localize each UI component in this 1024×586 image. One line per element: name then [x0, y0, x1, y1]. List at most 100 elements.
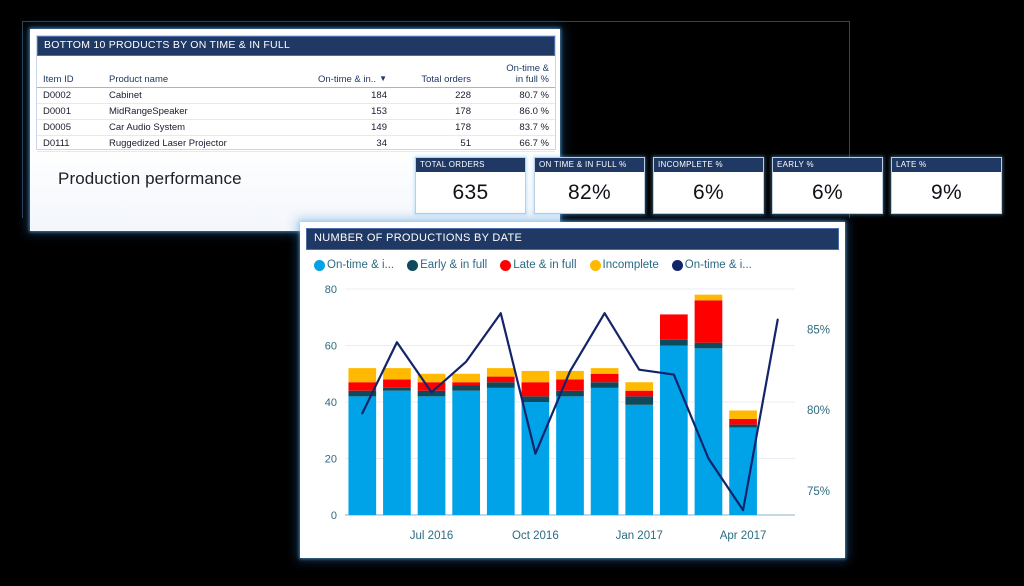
- y-axis-tick-label: 60: [325, 341, 337, 353]
- x-axis-tick-label: Jul 2016: [410, 530, 453, 542]
- bar-segment[interactable]: [625, 382, 654, 391]
- column-header-total-orders[interactable]: Total orders: [393, 63, 477, 88]
- bar-segment[interactable]: [556, 396, 584, 515]
- bar-segment[interactable]: [660, 314, 688, 340]
- bar-segment[interactable]: [452, 390, 480, 515]
- bar-segment[interactable]: [486, 387, 515, 515]
- legend-item-on-time-in-full-line[interactable]: On-time & i...: [671, 259, 752, 271]
- y-axis-tick-label: 80: [325, 284, 337, 296]
- bar-segment[interactable]: [452, 382, 480, 386]
- bar-segment[interactable]: [729, 418, 757, 425]
- bar-segment[interactable]: [348, 382, 377, 391]
- bar-segment[interactable]: [521, 402, 550, 515]
- bar-segment[interactable]: [694, 342, 723, 349]
- bar-segment[interactable]: [660, 339, 688, 346]
- chart-plot-area[interactable]: 0 20 40 60 80 75% 80% 85% Jul 2016 Oct 2016 Jan 20…: [300, 277, 845, 549]
- cell-total-orders: 51: [393, 135, 477, 152]
- column-header-pct-line1: On-time &: [506, 63, 549, 74]
- bar-segment[interactable]: [383, 368, 411, 380]
- x-axis-tick-label: Apr 2017: [720, 530, 767, 542]
- legend-swatch-icon: [589, 259, 601, 271]
- bar-segment[interactable]: [660, 345, 688, 516]
- x-axis-tick-label: Jan 2017: [616, 530, 663, 542]
- column-header-on-time-in-full-label: On-time & in..: [318, 74, 377, 85]
- bar-segment[interactable]: [521, 370, 550, 383]
- bar-segment[interactable]: [417, 396, 446, 515]
- legend-label: Early & in full: [420, 259, 488, 271]
- bar-segment[interactable]: [486, 376, 515, 383]
- kpi-label: INCOMPLETE %: [654, 158, 763, 172]
- column-header-on-time-in-full-pct[interactable]: On-time & in full %: [477, 63, 555, 88]
- y-axis-tick-label: 40: [325, 397, 337, 409]
- bar-segment[interactable]: [383, 379, 411, 388]
- legend-label: On-time & i...: [684, 259, 752, 271]
- chart-legend: On-time & i... Early & in full Late & in…: [300, 250, 845, 271]
- column-header-on-time-in-full[interactable]: On-time & in.. ▼: [277, 63, 393, 88]
- bar-segment[interactable]: [694, 300, 723, 343]
- bar-segment[interactable]: [694, 294, 723, 301]
- legend-item-incomplete[interactable]: Incomplete: [589, 259, 659, 271]
- cell-total-orders: 228: [393, 87, 477, 104]
- kpi-value: 635: [452, 180, 489, 204]
- cell-item-id: D0002: [37, 87, 103, 104]
- kpi-card-total-orders[interactable]: TOTAL ORDERS 635: [415, 157, 526, 214]
- productions-by-date-panel: NUMBER OF PRODUCTIONS BY DATE On-time & …: [300, 222, 845, 558]
- kpi-value: 6%: [693, 180, 724, 204]
- bar-segment[interactable]: [383, 387, 411, 391]
- bar-segment[interactable]: [590, 382, 619, 388]
- bar-segment[interactable]: [521, 396, 550, 402]
- legend-swatch-icon: [500, 259, 512, 271]
- legend-item-early-in-full[interactable]: Early & in full: [407, 259, 487, 271]
- table-row[interactable]: D0002 Cabinet 184 228 80.7 %: [37, 87, 555, 104]
- legend-label: On-time & i...: [327, 259, 395, 271]
- kpi-label: ON TIME & IN FULL %: [535, 158, 644, 172]
- legend-swatch-icon: [407, 259, 419, 271]
- table-row[interactable]: D0005 Car Audio System 149 178 83.7 %: [37, 119, 555, 136]
- bar-segment[interactable]: [590, 373, 619, 383]
- bar-segment[interactable]: [556, 379, 584, 391]
- legend-label: Incomplete: [602, 259, 659, 271]
- bar-segment[interactable]: [729, 410, 757, 419]
- cell-item-id: D0005: [37, 119, 103, 136]
- bar-segment[interactable]: [452, 385, 480, 391]
- table-row[interactable]: D0111 Ruggedized Laser Projector 34 51 6…: [37, 135, 555, 152]
- bar-segment[interactable]: [521, 382, 550, 397]
- bar-segment[interactable]: [590, 368, 619, 374]
- kpi-label: TOTAL ORDERS: [416, 158, 525, 172]
- legend-label: Late & in full: [513, 259, 577, 271]
- kpi-label: LATE %: [892, 158, 1001, 172]
- y-axis-tick-label: 0: [331, 510, 337, 522]
- cell-on-time-in-full-pct: 86.0 %: [477, 103, 555, 120]
- bar-segment[interactable]: [625, 390, 654, 397]
- bar-segment[interactable]: [625, 404, 654, 515]
- column-header-product-name[interactable]: Product name: [103, 63, 277, 88]
- legend-item-late-in-full[interactable]: Late & in full: [500, 259, 577, 271]
- bar-segment[interactable]: [590, 387, 619, 515]
- kpi-card-on-time-in-full-pct[interactable]: ON TIME & IN FULL % 82%: [534, 157, 645, 214]
- kpi-value: 9%: [931, 180, 962, 204]
- kpi-card-incomplete-pct[interactable]: INCOMPLETE % 6%: [653, 157, 764, 214]
- bar-segment[interactable]: [486, 368, 515, 377]
- bar-segment[interactable]: [729, 424, 757, 428]
- bar-segment[interactable]: [486, 382, 515, 388]
- legend-item-on-time-in-full-bar[interactable]: On-time & i...: [314, 259, 394, 271]
- legend-swatch-icon: [671, 259, 683, 271]
- column-header-item-id[interactable]: Item ID: [37, 63, 103, 88]
- kpi-card-late-pct[interactable]: LATE % 9%: [891, 157, 1002, 214]
- secondary-y-axis-tick-label: 80%: [807, 405, 830, 417]
- y-axis-tick-label: 20: [325, 454, 337, 466]
- cell-on-time-in-full-pct: 80.7 %: [477, 87, 555, 104]
- page-title: Production performance: [58, 169, 242, 188]
- bar-segment[interactable]: [383, 390, 411, 515]
- cell-product-name: MidRangeSpeaker: [103, 103, 277, 120]
- bar-segment[interactable]: [625, 396, 654, 405]
- bar-segment[interactable]: [694, 348, 723, 515]
- bar-segment[interactable]: [452, 373, 480, 383]
- bar-segment[interactable]: [729, 427, 757, 515]
- cell-product-name: Cabinet: [103, 87, 277, 104]
- cell-product-name: Ruggedized Laser Projector: [103, 135, 277, 152]
- kpi-card-early-pct[interactable]: EARLY % 6%: [772, 157, 883, 214]
- sort-descending-icon: ▼: [379, 74, 387, 83]
- bar-segment[interactable]: [348, 368, 377, 383]
- table-row[interactable]: D0001 MidRangeSpeaker 153 178 86.0 %: [37, 103, 555, 120]
